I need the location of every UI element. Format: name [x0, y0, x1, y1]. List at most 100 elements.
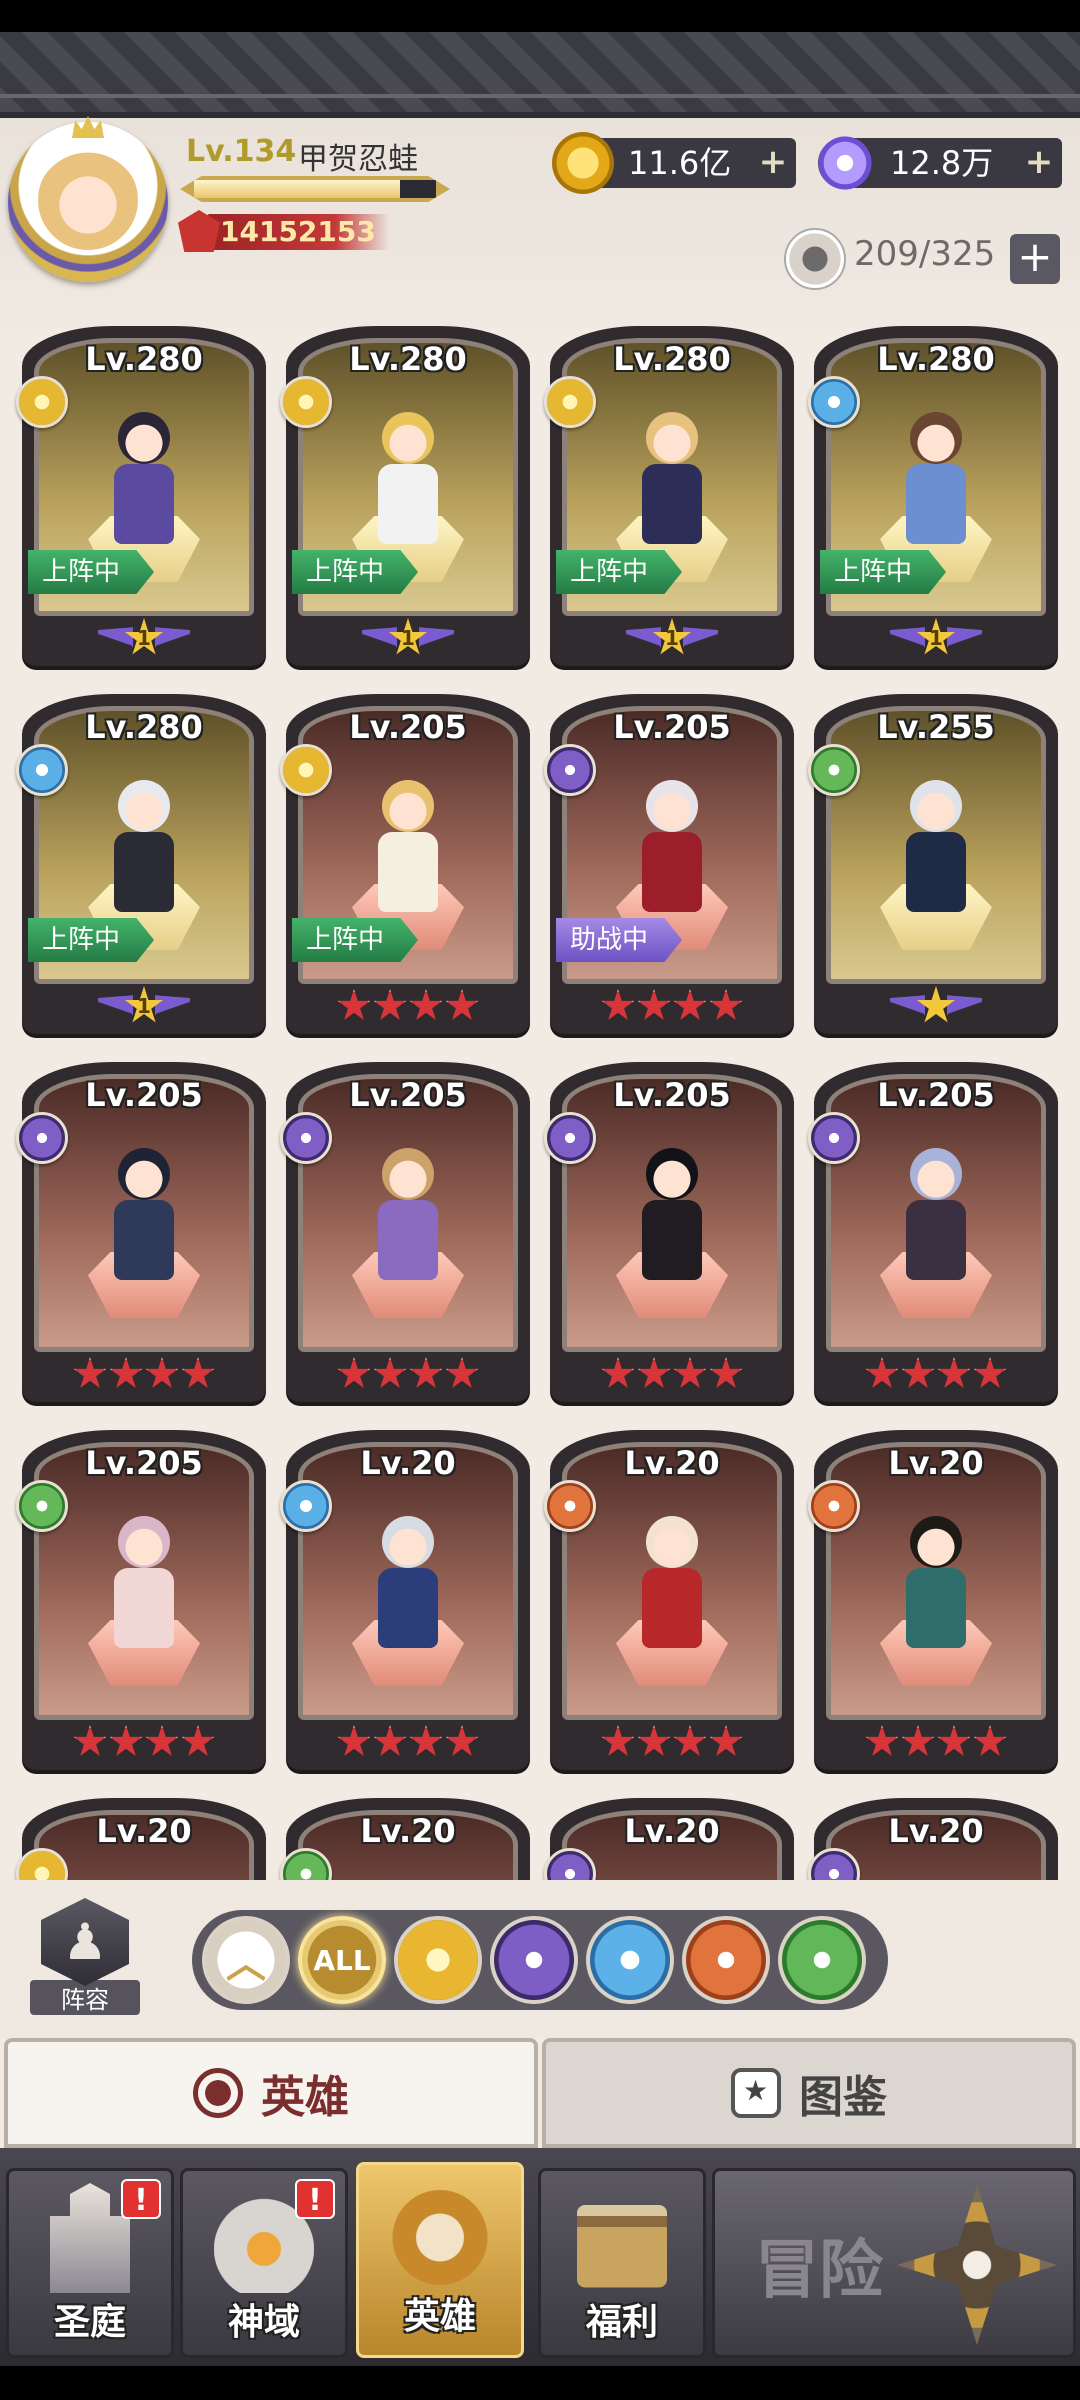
hero-level: Lv.205: [85, 1076, 203, 1114]
hero-card[interactable]: Lv.205 上阵中: [280, 694, 530, 1034]
hero-rank: [286, 986, 530, 1026]
filter-holy-faction-icon[interactable]: [586, 1916, 674, 2004]
red-star-icon: [709, 1357, 743, 1388]
hero-card[interactable]: Lv.20: [544, 1430, 794, 1770]
hero-sprite: [620, 1142, 724, 1292]
red-star-icon: [601, 1357, 635, 1388]
nav-welfare[interactable]: 福利: [538, 2168, 706, 2358]
hero-card[interactable]: Lv.205: [280, 1062, 530, 1402]
hero-level: Lv.205: [877, 1076, 995, 1114]
nav-hero[interactable]: 英雄: [356, 2162, 524, 2358]
hero-rank: [22, 1722, 266, 1762]
dark-faction-icon: [544, 1112, 596, 1164]
hero-level: Lv.20: [888, 1444, 984, 1482]
hero-card[interactable]: Lv.205: [16, 1430, 266, 1770]
sort-toggle-button[interactable]: ︿: [202, 1916, 290, 2004]
light-faction-icon: [280, 376, 332, 428]
hero-card[interactable]: Lv.20: [544, 1798, 794, 1880]
nav-realm-label: 神域: [227, 2302, 300, 2343]
light-faction-icon: [280, 744, 332, 796]
rank-number: 1: [137, 994, 151, 1018]
adventure-label: 冒险: [755, 2234, 883, 2308]
lineup-button[interactable]: 阵容: [30, 1898, 140, 2020]
filter-all-button[interactable]: ALL: [298, 1916, 386, 2004]
hero-level: Lv.205: [349, 1076, 467, 1114]
dark-faction-icon: [808, 1112, 860, 1164]
hero-card[interactable]: Lv.205: [808, 1062, 1058, 1402]
add-gem-button[interactable]: +: [1024, 145, 1054, 179]
deployed-badge: 上阵中: [28, 550, 155, 594]
capacity-icon: [784, 228, 846, 290]
add-gold-button[interactable]: +: [758, 145, 788, 179]
top-banner: [0, 32, 1080, 118]
nav-court[interactable]: 圣庭 !: [6, 2168, 174, 2358]
filter-dark-faction-icon[interactable]: [490, 1916, 578, 2004]
hero-rank: [814, 1354, 1058, 1394]
rank-number: 1: [929, 626, 943, 650]
dark-faction-icon: [280, 1112, 332, 1164]
dark-faction-icon: [16, 1112, 68, 1164]
hero-card[interactable]: Lv.280 上阵中 1: [280, 326, 530, 666]
notification-badge: !: [121, 2179, 161, 2219]
hero-capacity: 209/325 +: [784, 228, 1060, 290]
gold-coin-icon: [552, 132, 614, 194]
tab-codex-label: 图鉴: [799, 2072, 887, 2123]
hero-card[interactable]: Lv.205: [544, 1062, 794, 1402]
hero-rank: [550, 1722, 794, 1762]
hero-rank: [22, 1354, 266, 1394]
nav-realm[interactable]: 神域 !: [180, 2168, 348, 2358]
nav-hero-label: 英雄: [403, 2296, 476, 2337]
player-avatar[interactable]: [8, 116, 168, 282]
hero-tabs: 英雄 图鉴: [0, 2038, 1080, 2148]
deployed-badge: 上阵中: [820, 550, 947, 594]
codex-star-icon: [731, 2068, 781, 2118]
hero-card[interactable]: Lv.205 助战中: [544, 694, 794, 1034]
holy-faction-icon: [280, 1480, 332, 1532]
hero-level: Lv.205: [613, 1076, 731, 1114]
hero-rank: [550, 1354, 794, 1394]
hero-card[interactable]: Lv.280 上阵中 1: [16, 326, 266, 666]
adventure-button[interactable]: 冒险: [712, 2168, 1076, 2358]
expand-capacity-button[interactable]: +: [1010, 234, 1060, 284]
gem-amount: 12.8万: [890, 144, 994, 182]
red-star-icon: [709, 989, 743, 1020]
red-star-icon: [409, 1725, 443, 1756]
hero-level: Lv.280: [613, 340, 731, 378]
hero-sprite: [356, 406, 460, 556]
filter-nature-faction-icon[interactable]: [778, 1916, 866, 2004]
nature-faction-icon: [808, 744, 860, 796]
filter-beast-faction-icon[interactable]: [682, 1916, 770, 2004]
hero-rank: [286, 1722, 530, 1762]
hero-card[interactable]: Lv.255: [808, 694, 1058, 1034]
holy-faction-icon: [16, 744, 68, 796]
red-star-icon: [373, 1357, 407, 1388]
red-star-icon: [181, 1725, 215, 1756]
hero-card[interactable]: Lv.205: [16, 1062, 266, 1402]
hero-rank: 1: [22, 986, 266, 1026]
status-strip: [0, 0, 1080, 32]
hero-rank: [550, 986, 794, 1026]
red-star-icon: [73, 1725, 107, 1756]
filter-light-faction-icon[interactable]: [394, 1916, 482, 2004]
nav-welfare-label: 福利: [585, 2302, 658, 2343]
hero-card[interactable]: Lv.20: [808, 1430, 1058, 1770]
deployed-badge: 上阵中: [556, 550, 683, 594]
hero-rank: [814, 1722, 1058, 1762]
horned-helmet-icon: [390, 2177, 490, 2287]
hero-rank: [814, 986, 1058, 1026]
system-nav-bar: [0, 2366, 1080, 2400]
hero-card[interactable]: Lv.20: [808, 1798, 1058, 1880]
red-star-icon: [865, 1725, 899, 1756]
red-star-icon: [865, 1357, 899, 1388]
hero-level: Lv.20: [888, 1812, 984, 1850]
hero-card[interactable]: Lv.20: [280, 1798, 530, 1880]
hero-card[interactable]: Lv.280 上阵中 1: [544, 326, 794, 666]
hero-rank: 1: [814, 618, 1058, 658]
hero-card[interactable]: Lv.280 上阵中 1: [16, 694, 266, 1034]
hero-card[interactable]: Lv.20: [280, 1430, 530, 1770]
tab-heroes[interactable]: 英雄: [4, 2038, 538, 2148]
hero-card[interactable]: Lv.20: [16, 1798, 266, 1880]
hero-card[interactable]: Lv.280 上阵中 1: [808, 326, 1058, 666]
tab-codex[interactable]: 图鉴: [542, 2038, 1076, 2148]
red-star-icon: [973, 1725, 1007, 1756]
